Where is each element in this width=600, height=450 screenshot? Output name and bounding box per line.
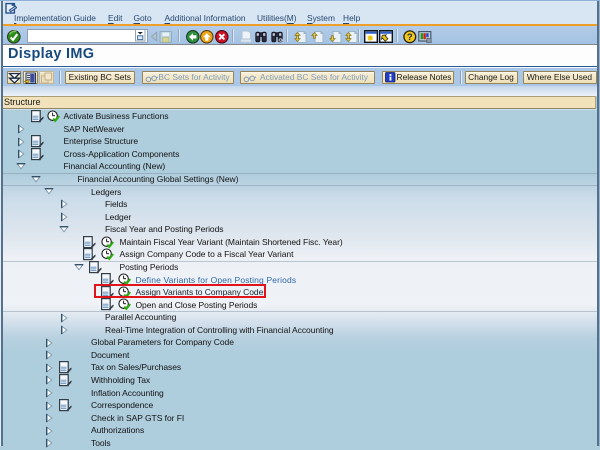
svg-text:?: ? bbox=[406, 32, 412, 43]
